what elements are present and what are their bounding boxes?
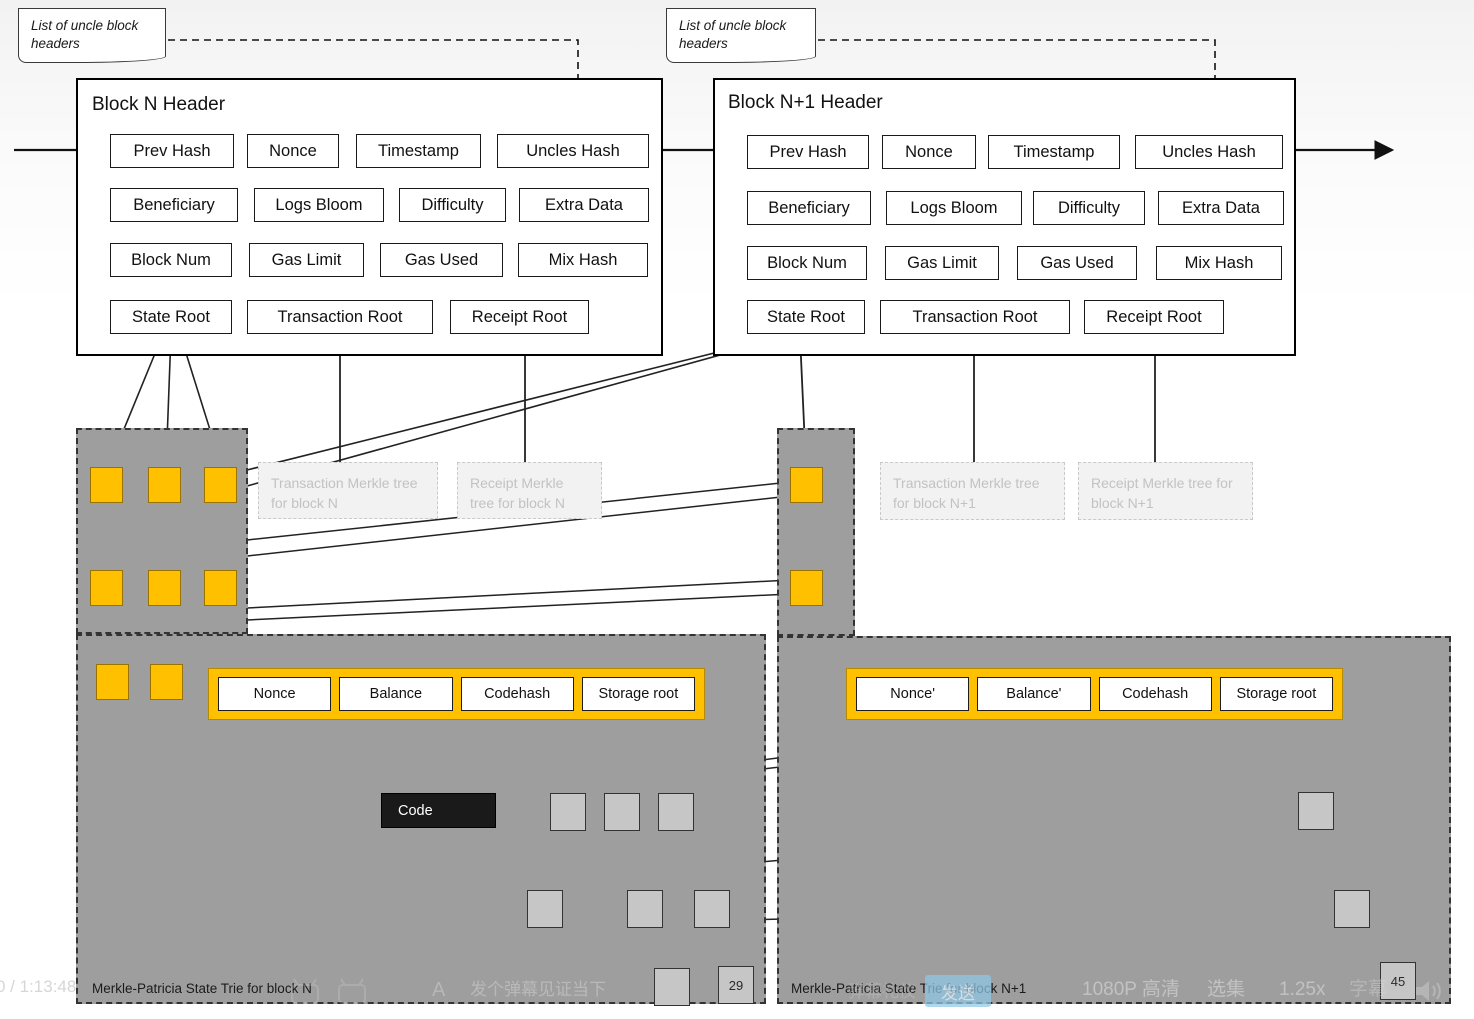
trie-leaf-node[interactable] — [150, 664, 183, 700]
trie-node[interactable] — [90, 570, 123, 606]
storage-node[interactable] — [527, 890, 563, 928]
ghost-receipt-merkle-n1: Receipt Merkle tree for block N+1 — [1078, 462, 1253, 520]
note-uncle-headers-right: List of uncle block headers — [666, 8, 816, 55]
field-logs-bloom[interactable]: Logs Bloom — [886, 191, 1022, 225]
account-field-balance[interactable]: Balance — [339, 677, 452, 711]
account-field-storage-root[interactable]: Storage root — [582, 677, 695, 711]
storage-node-29[interactable]: 29 — [718, 966, 754, 1004]
trie-n1-label: Merkle-Patricia State Trie for block N+1 — [791, 981, 1026, 996]
trie-leaf-node[interactable] — [96, 664, 129, 700]
field-difficulty[interactable]: Difficulty — [1033, 191, 1145, 225]
field-difficulty[interactable]: Difficulty — [399, 188, 506, 222]
account-n1: Nonce' Balance' Codehash Storage root — [846, 668, 1343, 720]
field-gas-limit[interactable]: Gas Limit — [249, 243, 364, 277]
trie-node[interactable] — [204, 467, 237, 503]
trie-node[interactable] — [148, 570, 181, 606]
storage-node[interactable] — [1334, 890, 1370, 928]
note-uncle-headers-left: List of uncle block headers — [18, 8, 166, 55]
note-text: List of uncle block headers — [31, 18, 138, 51]
field-timestamp[interactable]: Timestamp — [356, 134, 481, 168]
field-extra-data[interactable]: Extra Data — [519, 188, 649, 222]
field-block-num[interactable]: Block Num — [110, 243, 232, 277]
trie-node[interactable] — [148, 467, 181, 503]
storage-node[interactable] — [1298, 792, 1334, 830]
ghost-transaction-merkle-n: Transaction Merkle tree for block N — [258, 462, 438, 519]
field-state-root[interactable]: State Root — [110, 300, 232, 334]
field-logs-bloom[interactable]: Logs Bloom — [254, 188, 384, 222]
trie-node[interactable] — [204, 570, 237, 606]
note-text: List of uncle block headers — [679, 18, 786, 51]
storage-node[interactable] — [694, 890, 730, 928]
block-n-title: Block N Header — [92, 94, 225, 116]
storage-node[interactable] — [658, 793, 694, 831]
field-timestamp[interactable]: Timestamp — [988, 135, 1120, 169]
storage-node[interactable] — [550, 793, 586, 831]
video-timestamp: 0 / 1:13:48 — [0, 977, 76, 997]
storage-node[interactable] — [627, 890, 663, 928]
account-n: Nonce Balance Codehash Storage root — [208, 668, 705, 720]
storage-node-45[interactable]: 45 — [1380, 962, 1416, 1000]
diagram-canvas: List of uncle block headers List of uncl… — [0, 0, 1474, 1019]
trie-node[interactable] — [790, 467, 823, 503]
field-gas-used[interactable]: Gas Used — [380, 243, 503, 277]
field-mix-hash[interactable]: Mix Hash — [518, 243, 648, 277]
field-nonce[interactable]: Nonce — [247, 134, 339, 168]
storage-node[interactable] — [654, 968, 690, 1006]
account-field-codehash[interactable]: Codehash — [461, 677, 574, 711]
account-field-balance-prime[interactable]: Balance' — [977, 677, 1090, 711]
field-uncles-hash[interactable]: Uncles Hash — [497, 134, 649, 168]
trie-n-label: Merkle-Patricia State Trie for block N — [92, 981, 312, 996]
account-field-storage-root[interactable]: Storage root — [1220, 677, 1333, 711]
block-n1-title: Block N+1 Header — [728, 92, 883, 114]
field-block-num[interactable]: Block Num — [747, 246, 867, 280]
field-gas-used[interactable]: Gas Used — [1017, 246, 1137, 280]
field-transaction-root[interactable]: Transaction Root — [247, 300, 433, 334]
ghost-receipt-merkle-n: Receipt Merkle tree for block N — [457, 462, 602, 519]
account-field-codehash[interactable]: Codehash — [1099, 677, 1212, 711]
field-prev-hash[interactable]: Prev Hash — [747, 135, 869, 169]
field-prev-hash[interactable]: Prev Hash — [110, 134, 234, 168]
code-box[interactable]: Code — [381, 793, 496, 828]
trie-node[interactable] — [790, 570, 823, 606]
field-uncles-hash[interactable]: Uncles Hash — [1135, 135, 1283, 169]
storage-node[interactable] — [604, 793, 640, 831]
trie-node[interactable] — [90, 467, 123, 503]
ghost-transaction-merkle-n1: Transaction Merkle tree for block N+1 — [880, 462, 1065, 520]
field-state-root[interactable]: State Root — [747, 300, 865, 334]
field-mix-hash[interactable]: Mix Hash — [1156, 246, 1282, 280]
account-field-nonce-prime[interactable]: Nonce' — [856, 677, 969, 711]
field-beneficiary[interactable]: Beneficiary — [110, 188, 238, 222]
field-receipt-root[interactable]: Receipt Root — [450, 300, 589, 334]
field-beneficiary[interactable]: Beneficiary — [747, 191, 871, 225]
field-extra-data[interactable]: Extra Data — [1158, 191, 1284, 225]
field-nonce[interactable]: Nonce — [882, 135, 976, 169]
field-gas-limit[interactable]: Gas Limit — [885, 246, 999, 280]
field-transaction-root[interactable]: Transaction Root — [880, 300, 1070, 334]
field-receipt-root[interactable]: Receipt Root — [1084, 300, 1224, 334]
account-field-nonce[interactable]: Nonce — [218, 677, 331, 711]
